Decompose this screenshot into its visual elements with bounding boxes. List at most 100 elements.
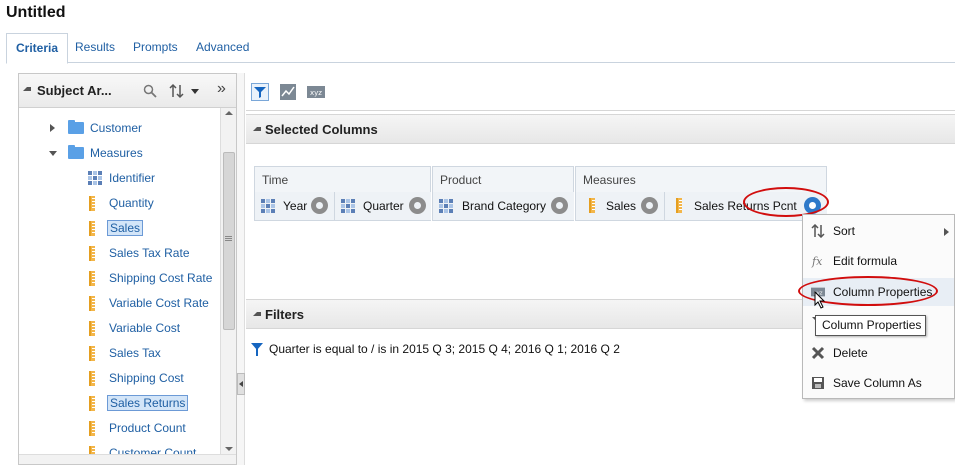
gear-icon[interactable] xyxy=(551,197,568,214)
measure-column-icon xyxy=(89,296,95,311)
tree-vertical-scrollbar[interactable] xyxy=(220,108,236,454)
menu-item-save-column-as[interactable]: Save Column As xyxy=(803,369,954,397)
menu-item-label: Sort xyxy=(833,224,856,238)
scroll-down-icon[interactable] xyxy=(225,447,233,451)
tree-item-label: Identifier xyxy=(109,171,156,185)
fx-icon: fx xyxy=(811,255,823,268)
column-chip-quarter[interactable]: Quarter xyxy=(334,192,431,220)
tree-item-quantity[interactable]: Quantity xyxy=(19,193,219,215)
tree-item-shipping-cost-rate[interactable]: Shipping Cost Rate xyxy=(19,268,219,290)
column-chip-label: Sales xyxy=(606,199,637,213)
tree-item-label: Variable Cost xyxy=(109,321,181,335)
collapse-pane-toggle-icon[interactable] xyxy=(237,373,245,395)
scrollbar-grip-icon xyxy=(225,236,232,237)
tooltip: Column Properties xyxy=(815,315,926,336)
selected-columns-title: Selected Columns xyxy=(265,122,378,137)
menu-item-delete[interactable]: Delete xyxy=(803,339,954,367)
collapse-triangle-icon[interactable] xyxy=(23,87,31,91)
column-group-title: Product xyxy=(440,173,482,187)
menu-item-sort[interactable]: Sort xyxy=(803,217,954,245)
tree-item-label: Customer Count xyxy=(109,446,197,454)
column-chip-brand-category[interactable]: Brand Category xyxy=(433,192,574,220)
collapse-pane-icon[interactable]: » xyxy=(217,80,226,98)
tree-item-shipping-cost[interactable]: Shipping Cost xyxy=(19,368,219,390)
tree-item-sales[interactable]: Sales xyxy=(19,218,219,240)
tree-item-label: Quantity xyxy=(109,196,154,210)
tree-item-sales-returns[interactable]: Sales Returns xyxy=(19,393,219,415)
tree-item-customer[interactable]: Customer xyxy=(19,118,219,140)
tree-item-sales-tax[interactable]: Sales Tax xyxy=(19,343,219,365)
measure-column-icon xyxy=(89,246,95,261)
tree-item-measures[interactable]: Measures xyxy=(19,143,219,165)
menu-item-label: Save Column As xyxy=(833,376,922,390)
column-group-title: Time xyxy=(262,173,289,187)
tree-item-label: Variable Cost Rate xyxy=(109,296,209,310)
tree-item-sales-tax-rate[interactable]: Sales Tax Rate xyxy=(19,243,219,265)
svg-text:xyz: xyz xyxy=(310,89,322,97)
tree-item-label: Sales Returns xyxy=(107,395,189,411)
scroll-up-icon[interactable] xyxy=(225,111,233,115)
column-chip-year[interactable]: Year xyxy=(255,192,334,220)
column-chip-label: Quarter xyxy=(363,199,404,213)
column-chip-label: Year xyxy=(283,199,308,213)
subject-area-header: Subject Ar... » xyxy=(19,74,236,108)
save-icon xyxy=(812,377,824,389)
tree-item-customer-count[interactable]: Customer Count xyxy=(19,443,219,454)
svg-text:fx: fx xyxy=(811,255,823,268)
collapse-icon[interactable] xyxy=(49,151,57,156)
attribute-column-icon xyxy=(341,199,355,213)
measure-column-icon xyxy=(89,271,95,286)
collapse-triangle-icon[interactable] xyxy=(253,127,261,131)
gear-icon[interactable] xyxy=(311,197,328,214)
tab-results[interactable]: Results xyxy=(66,33,124,63)
expand-icon[interactable] xyxy=(50,124,55,132)
tree-item-variable-cost[interactable]: Variable Cost xyxy=(19,318,219,340)
scrollbar-thumb[interactable] xyxy=(223,152,235,330)
gear-icon[interactable] xyxy=(641,197,658,214)
attribute-column-icon xyxy=(439,199,453,213)
sort-order-icon[interactable] xyxy=(169,83,203,99)
tree-item-label: Sales Tax xyxy=(109,346,161,360)
tab-criteria[interactable]: Criteria xyxy=(6,33,68,64)
sparkline-icon[interactable] xyxy=(279,83,297,101)
gear-icon[interactable] xyxy=(409,197,426,214)
tab-advanced[interactable]: Advanced xyxy=(187,33,258,63)
collapse-triangle-icon[interactable] xyxy=(253,312,261,316)
tab-prompts[interactable]: Prompts xyxy=(124,33,187,63)
highlight-ring xyxy=(743,187,829,217)
column-group-title: Measures xyxy=(583,173,636,187)
tree-item-label: Measures xyxy=(90,146,143,160)
tree-item-label: Shipping Cost xyxy=(109,371,184,385)
folder-icon xyxy=(68,120,84,134)
subject-area-pane: Subject Ar... » Customer Measures Identi… xyxy=(18,73,237,465)
attribute-column-icon xyxy=(88,171,102,185)
menu-item-label: Edit formula xyxy=(833,254,898,268)
sort-icon xyxy=(811,224,825,238)
subject-area-title: Subject Ar... xyxy=(37,83,112,98)
column-chip-sales[interactable]: Sales xyxy=(576,192,664,220)
tree-item-identifier[interactable]: Identifier xyxy=(19,168,219,190)
xyz-icon[interactable]: xyz xyxy=(306,83,326,101)
filter-text: Quarter is equal to / is in 2015 Q 3; 20… xyxy=(269,342,620,356)
menu-item-edit-formula[interactable]: fx Edit formula xyxy=(803,247,954,275)
column-chip-label: Brand Category xyxy=(462,199,547,213)
tree-item-variable-cost-rate[interactable]: Variable Cost Rate xyxy=(19,293,219,315)
criteria-toolbar: xyz xyxy=(246,73,955,111)
tree-item-product-count[interactable]: Product Count xyxy=(19,418,219,440)
column-group-time: Time Year Quarter xyxy=(254,166,431,221)
measure-column-icon xyxy=(89,196,95,211)
pane-splitter[interactable] xyxy=(237,73,245,465)
filter-icon[interactable] xyxy=(251,83,269,101)
measure-column-icon xyxy=(589,198,595,213)
menu-item-label: Delete xyxy=(833,346,868,360)
filter-icon xyxy=(251,343,263,356)
measure-column-icon xyxy=(676,198,682,213)
measure-column-icon xyxy=(89,396,95,411)
measure-column-icon xyxy=(89,446,95,454)
tree-horizontal-scrollbar[interactable] xyxy=(19,454,236,464)
mouse-pointer-icon xyxy=(814,291,826,309)
selected-columns-header[interactable]: Selected Columns xyxy=(246,114,955,144)
search-icon[interactable] xyxy=(143,84,157,98)
attribute-column-icon xyxy=(261,199,275,213)
submenu-arrow-icon xyxy=(944,228,949,236)
